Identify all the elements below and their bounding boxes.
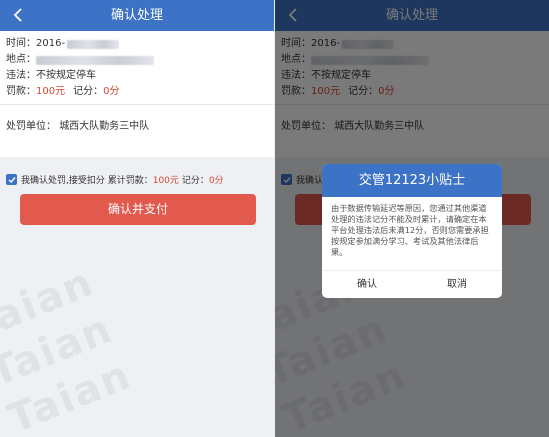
agree-text: 我确认处罚,接受扣分 累计罚款： xyxy=(21,176,153,186)
fine-label: 罚款： xyxy=(6,86,36,97)
dialog-cancel-button[interactable]: 取消 xyxy=(412,271,502,298)
time-row: 时间： 2016- xyxy=(6,36,268,52)
place-label: 地点： xyxy=(6,54,36,65)
violation-info: 时间： 2016- 地点： 违法： 不按规定停车 罚款： 100元 记分： 0分 xyxy=(6,36,268,100)
agree-fine-value: 100元 xyxy=(152,176,179,186)
fine-row: 罚款： 100元 记分： 0分 xyxy=(6,84,268,100)
agree-checkbox[interactable] xyxy=(6,174,17,185)
violation-value: 不按规定停车 xyxy=(36,70,96,81)
nav-bar: 确认处理 xyxy=(0,0,274,31)
redacted-place xyxy=(36,55,154,65)
time-value: 2016- xyxy=(36,38,66,49)
confirm-screen-with-dialog: 确认处理 时间： 2016- 地点： 违法： 不按规定停车 罚款： 100元 记… xyxy=(275,0,549,437)
points-label: 记分： xyxy=(73,86,104,97)
points-value: 0分 xyxy=(103,86,120,97)
agree-points-value: 0分 xyxy=(208,176,224,186)
divider xyxy=(0,104,274,105)
page-title: 确认处理 xyxy=(110,8,163,23)
violation-label: 违法： xyxy=(6,70,36,81)
agree-checkbox-row[interactable]: 我确认处罚,接受扣分 累计罚款： 100元 记分： 0分 xyxy=(6,173,224,186)
dialog-message: 由于数据传输延迟等原因，您通过其他渠道处理的违法记分不能及时累计，请确定在本平台… xyxy=(331,203,489,257)
unit-label: 处罚单位： xyxy=(6,121,56,132)
check-icon xyxy=(8,176,16,183)
violation-row: 违法： 不按规定停车 xyxy=(6,68,268,84)
agree-points-label: 记分： xyxy=(181,176,209,186)
time-label: 时间： xyxy=(6,38,36,49)
fine-value: 100元 xyxy=(36,86,66,97)
tip-dialog: 交管12123小贴士 由于数据传输延迟等原因，您通过其他渠道处理的违法记分不能及… xyxy=(322,164,502,298)
dialog-title: 交管12123小贴士 xyxy=(322,164,502,197)
redacted-time xyxy=(67,39,120,49)
confirm-screen: 确认处理 时间： 2016- 地点： 违法： 不按规定停车 罚款： 100元 记… xyxy=(0,0,274,437)
dialog-confirm-button[interactable]: 确认 xyxy=(322,271,412,298)
penalty-unit: 处罚单位： 城西大队勤务三中队 xyxy=(6,117,149,132)
dialog-actions: 确认 取消 xyxy=(322,270,502,298)
place-row: 地点： xyxy=(6,52,268,68)
unit-value: 城西大队勤务三中队 xyxy=(59,121,150,132)
